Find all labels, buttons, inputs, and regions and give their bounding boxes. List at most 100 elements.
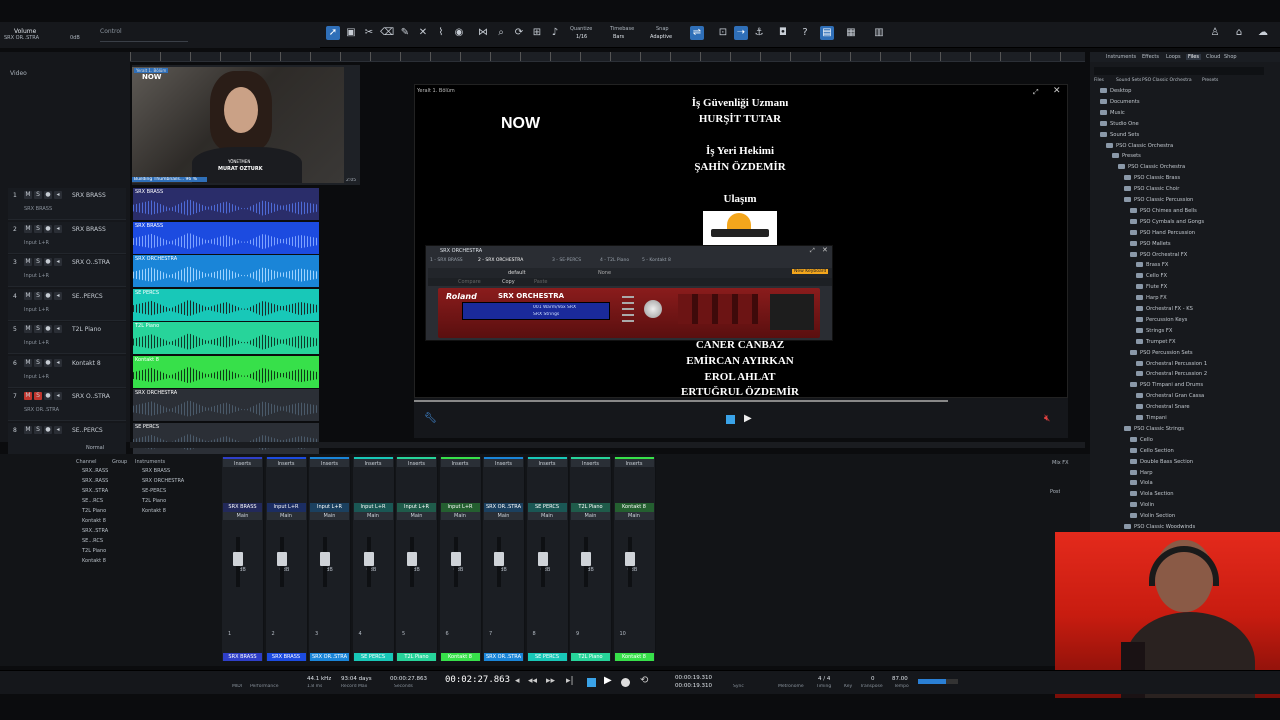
video-close-icon[interactable]: ✕ [1053, 86, 1061, 96]
track-name[interactable]: SE..PERCS [72, 427, 112, 434]
tree-item[interactable]: Sound Sets [1100, 131, 1139, 138]
tree-item[interactable]: Timpani [1136, 415, 1167, 421]
slider-group[interactable] [622, 296, 634, 326]
tab-files[interactable]: Files [1186, 54, 1201, 60]
record-arm-button[interactable]: ● [44, 191, 52, 199]
tree-item[interactable]: PSO Chimes and Bells [1130, 207, 1197, 214]
track-header[interactable]: 4 M S ● ◂ SE..PERCS Input L+R [8, 288, 126, 321]
tree-item[interactable]: PSO Classic Orchestra [1106, 142, 1173, 149]
solo-button[interactable]: S [34, 425, 42, 434]
channel-input[interactable]: SE PERCS [527, 503, 567, 512]
channel-output[interactable]: Main [310, 512, 349, 520]
channel-output[interactable]: Main [397, 512, 436, 520]
channel-name[interactable]: SE PERCS [353, 653, 393, 661]
snap-value[interactable]: Adaptive [650, 34, 672, 40]
solo-button[interactable]: S [34, 325, 42, 333]
paste-button[interactable]: Paste [534, 279, 548, 285]
monitor-button[interactable]: ◂ [54, 392, 62, 400]
breadcrumb-item[interactable]: Files [1094, 78, 1104, 83]
user-icon[interactable]: ♙ [1208, 26, 1222, 40]
instrument-list-item[interactable]: T2L Piano [142, 498, 166, 504]
track-input[interactable]: Input L+R [24, 307, 84, 313]
anchor-icon[interactable]: ⚓ [752, 26, 766, 40]
quantize-value[interactable]: 1/16 [576, 34, 587, 40]
tree-item[interactable]: PSO Percussion Sets [1130, 349, 1193, 356]
tree-item[interactable]: PSO Mallets [1130, 240, 1171, 247]
loop-transport-icon[interactable]: ⟲ [640, 675, 648, 686]
signature[interactable]: 4 / 4 [818, 676, 830, 682]
record-arm-button[interactable]: ● [44, 325, 52, 333]
control-dropdown[interactable] [100, 35, 188, 42]
solo-button[interactable]: S [34, 224, 42, 233]
video-progress[interactable] [414, 400, 948, 402]
fader-cap[interactable] [407, 552, 417, 566]
audio-clip[interactable]: T2L Piano [133, 322, 319, 354]
tree-item[interactable]: Presets [1112, 153, 1141, 159]
video-track[interactable]: NOW Yeralt 1. Bölüm YÖNETMEN MURAT ÖZTÜR… [132, 65, 360, 185]
inserts-button[interactable]: Inserts [527, 457, 567, 467]
tree-item[interactable]: Trumpet FX [1136, 338, 1176, 345]
track-name[interactable]: T2L Piano [72, 326, 112, 333]
rewind-icon[interactable]: ◂ [515, 676, 520, 686]
none-field[interactable]: None [598, 270, 611, 276]
track-header[interactable]: 3 M S ● ◂ SRX O..STRA Input L+R [8, 255, 126, 287]
arrange-scroll[interactable] [130, 442, 1085, 448]
video-expand-icon[interactable]: ⤢ [1033, 88, 1039, 97]
eraser-tool-icon[interactable]: ⌫ [380, 26, 394, 40]
mute-button[interactable]: M [24, 392, 32, 400]
channel-name[interactable]: SRX OR..STRA [484, 653, 523, 661]
cloud-icon[interactable]: ☁ [1256, 26, 1270, 40]
copy-button[interactable]: Copy [502, 279, 515, 285]
tree-item[interactable]: PSO Classic Woodwinds [1124, 524, 1195, 530]
channel-output[interactable]: Main [614, 512, 654, 520]
tree-item[interactable]: Orchestral FX - KS [1136, 306, 1193, 312]
inserts-button[interactable]: Inserts [310, 457, 349, 467]
tab-instruments[interactable]: Instruments [1106, 54, 1136, 60]
solo-button[interactable]: S [34, 258, 42, 266]
channel-input[interactable]: SRX BRASS [223, 503, 262, 512]
compare-button[interactable]: Compare [458, 279, 481, 285]
mute-button[interactable]: M [24, 325, 32, 333]
stop-icon[interactable] [726, 415, 735, 424]
monitor-button[interactable]: ◂ [54, 191, 62, 199]
channel-name[interactable]: SRX BRASS [266, 653, 306, 661]
record-arm-button[interactable]: ● [44, 224, 52, 233]
track-input[interactable]: SRX OR..STRA [24, 407, 84, 413]
channel-input[interactable]: Input L+R [353, 503, 393, 512]
tree-item[interactable]: Percussion Keys [1136, 316, 1187, 323]
track-name[interactable]: SRX BRASS [72, 226, 112, 233]
range-tool-icon[interactable]: ▣ [344, 26, 358, 40]
channel-input[interactable]: Input L+R [440, 503, 480, 512]
channel-list-item[interactable]: SRX..RASS [82, 478, 108, 484]
track-name[interactable]: SE..PERCS [72, 293, 112, 300]
plugin-pin-icon[interactable]: ⤢ [810, 247, 815, 255]
tree-item[interactable]: Violin Section [1130, 513, 1175, 519]
track-input[interactable]: Input L+R [24, 340, 84, 346]
tree-item[interactable]: Cello [1130, 436, 1153, 443]
solo-button[interactable]: S [34, 291, 42, 300]
track-input[interactable]: Input L+R [24, 240, 84, 246]
tree-item[interactable]: PSO Classic Choir [1124, 186, 1179, 192]
tree-item[interactable]: Studio One [1100, 120, 1139, 127]
mute-button[interactable]: M [24, 291, 32, 300]
record-arm-button[interactable]: ● [44, 358, 52, 367]
follow-icon[interactable]: ➝ [734, 26, 748, 40]
record-arm-button[interactable]: ● [44, 425, 52, 434]
channel-list-item[interactable]: SE...RCS [82, 498, 103, 504]
track-input[interactable]: Input L+R [24, 374, 84, 380]
channel-name[interactable]: SRX OR..STRA [310, 653, 349, 661]
channel-list-item[interactable]: T2L Piano [82, 508, 106, 514]
record-icon[interactable] [621, 678, 630, 687]
forward-icon[interactable]: ▸▸ [546, 676, 555, 686]
mute-button[interactable]: M [24, 191, 32, 199]
mute-button[interactable]: M [24, 224, 32, 233]
button-grid[interactable] [678, 294, 758, 324]
inserts-button[interactable]: Inserts [571, 457, 610, 467]
tree-item[interactable]: PSO Classic Strings [1124, 425, 1184, 432]
inspector-icon[interactable]: ▤ [820, 26, 834, 40]
inserts-button[interactable]: Inserts [223, 457, 262, 467]
snap-toggle-icon[interactable]: ⇌ [690, 26, 704, 40]
channel-list-item[interactable]: SRX..RASS [82, 468, 108, 474]
channel-list-item[interactable]: SRX..STRA [82, 528, 108, 534]
position-display[interactable]: 00:02:27.863 [445, 675, 510, 685]
